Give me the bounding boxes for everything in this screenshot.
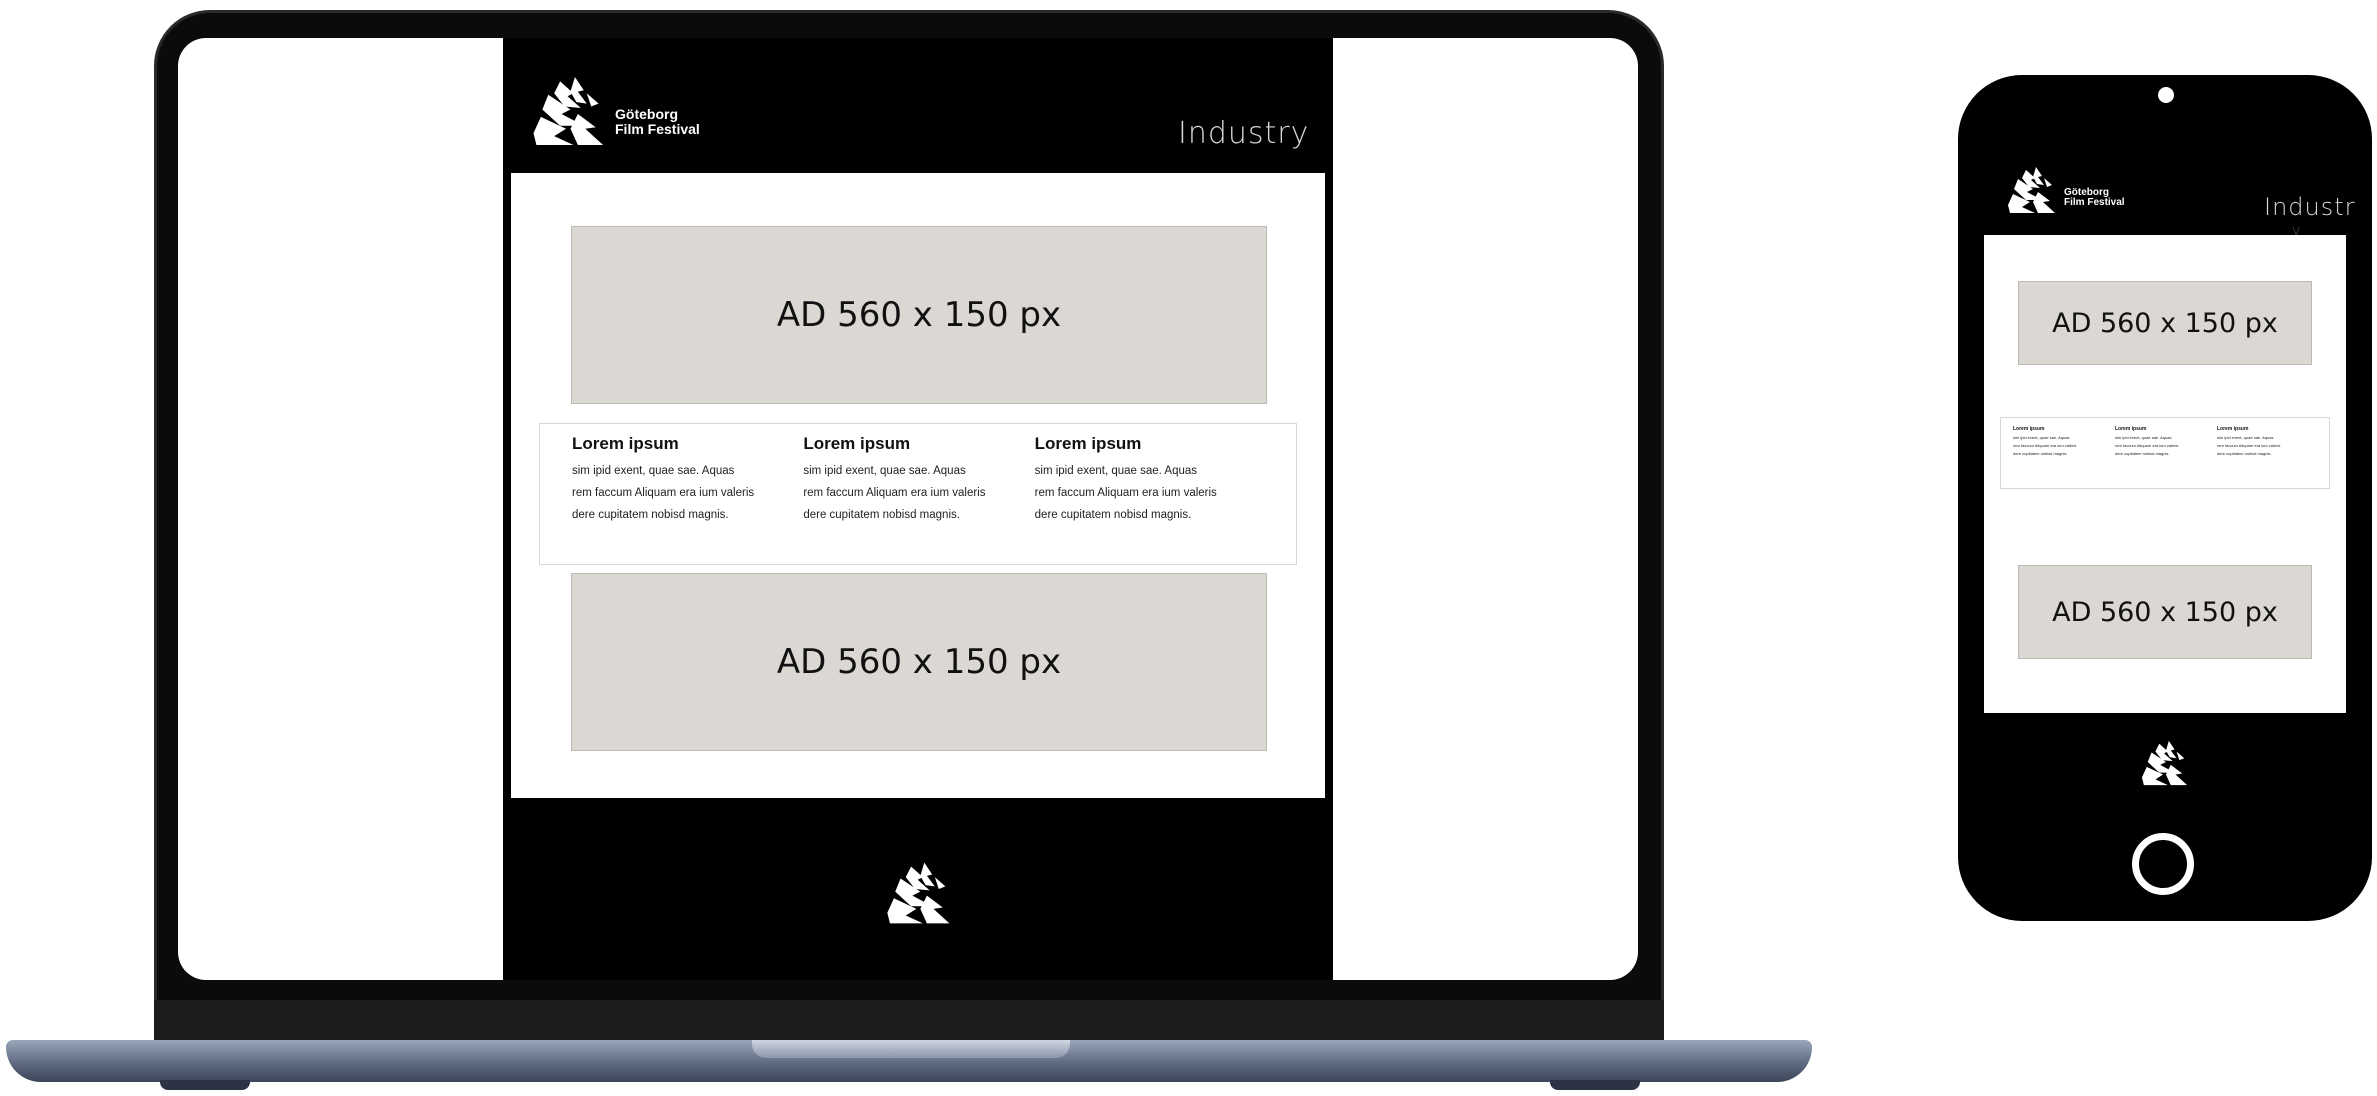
info-line: sim ipid exent, quae sae. Aquas [2013,435,2070,440]
brand-line-2: Film Festival [615,121,700,137]
nav-industry-link[interactable]: Industr [2264,193,2356,221]
site-header: Göteborg Film Festival Industry [503,38,1333,173]
info-line: sim ipid exent, quae sae. Aquas [2217,435,2274,440]
phone-home-button[interactable] [2132,833,2194,895]
info-column: Lorem ipsum sim ipid exent, quae sae. Aq… [2013,426,2115,488]
laptop-foot-right [1550,1080,1640,1090]
info-line: dere cupitatem nobisd magnis. [2013,451,2068,456]
info-title: Lorem ipsum [2217,426,2249,432]
info-body: sim ipid exent, quae sae. Aquas rem facc… [2217,434,2319,458]
info-body: sim ipid exent, quae sae. Aquas rem facc… [572,460,803,526]
brand-name: Göteborg Film Festival [615,107,700,136]
info-body: sim ipid exent, quae sae. Aquas rem facc… [2115,434,2217,458]
phone-frame: Göteborg Film Festival Industr y AD 560 … [1958,75,2372,921]
info-column: Lorem ipsum sim ipid exent, quae sae. Aq… [2217,426,2319,488]
info-title: Lorem ipsum [572,434,679,453]
info-line: sim ipid exent, quae sae. Aquas [1034,465,1198,477]
ad-banner-bottom[interactable]: AD 560 x 150 px [571,573,1267,751]
ad-banner-bottom[interactable]: AD 560 x 150 px [2018,565,2312,659]
site-footer [503,798,1333,980]
info-column: Lorem ipsum sim ipid exent, quae sae. Aq… [803,434,1034,564]
gff-dragon-logo-icon [2006,165,2058,215]
info-line: rem faccum Aliquam era ium valeris [572,487,755,499]
website-desktop: Göteborg Film Festival Industry AD 560 x… [503,38,1333,980]
info-column: Lorem ipsum sim ipid exent, quae sae. Aq… [2115,426,2217,488]
ad-banner-top[interactable]: AD 560 x 150 px [571,226,1267,404]
info-title: Lorem ipsum [803,434,911,453]
info-title: Lorem ipsum [2115,426,2147,432]
brand-line-2: Film Festival [2064,197,2125,208]
info-line: sim ipid exent, quae sae. Aquas [803,465,966,477]
info-strip: Lorem ipsum sim ipid exent, quae sae. Aq… [2000,417,2330,489]
info-line: dere cupitatem nobisd magnis. [803,509,960,521]
info-line: dere cupitatem nobisd magnis. [1034,509,1192,521]
laptop-screen: Göteborg Film Festival Industry AD 560 x… [178,38,1638,980]
info-title: Lorem ipsum [2013,426,2045,432]
info-column: Lorem ipsum sim ipid exent, quae sae. Aq… [572,434,803,564]
info-line: sim ipid exent, quae sae. Aquas [2115,435,2172,440]
info-line: dere cupitatem nobisd magnis. [572,509,729,521]
phone-screen: AD 560 x 150 px Lorem ipsum sim ipid exe… [1984,235,2346,713]
info-line: rem faccum Aliquam era ium valeris [803,487,986,499]
nav-industry-link[interactable]: Industry [1178,116,1309,151]
info-line: dere cupitatem nobisd magnis. [2217,451,2272,456]
info-body: sim ipid exent, quae sae. Aquas rem facc… [2013,434,2115,458]
laptop-notch [752,1040,1070,1058]
info-column: Lorem ipsum sim ipid exent, quae sae. Aq… [1035,434,1266,564]
info-line: rem faccum Aliquam era ium valeris [2217,443,2281,448]
brand-name: Göteborg Film Festival [2064,187,2125,209]
gff-dragon-logo-icon[interactable] [2140,739,2190,787]
gff-dragon-logo-icon [531,74,607,148]
brand-logo[interactable]: Göteborg Film Festival [531,74,700,148]
info-body: sim ipid exent, quae sae. Aquas rem facc… [803,460,1034,526]
site-content: AD 560 x 150 px AD 560 x 150 px Lorem ip… [511,173,1325,798]
info-line: rem faccum Aliquam era ium valeris [2115,443,2179,448]
brand-line-1: Göteborg [615,106,678,123]
laptop-chin [154,1000,1664,1040]
info-line: sim ipid exent, quae sae. Aquas [572,465,735,477]
phone-camera [2158,87,2174,103]
ad-banner-top[interactable]: AD 560 x 150 px [2018,281,2312,365]
laptop-foot-left [160,1080,250,1090]
brand-logo[interactable]: Göteborg Film Festival [2006,165,2125,215]
gff-dragon-logo-icon[interactable] [881,860,957,926]
info-strip: Lorem ipsum sim ipid exent, quae sae. Aq… [539,423,1297,565]
info-line: rem faccum Aliquam era ium valeris [2013,443,2077,448]
info-line: rem faccum Aliquam era ium valeris [1034,487,1217,499]
info-line: dere cupitatem nobisd magnis. [2115,451,2170,456]
info-body: sim ipid exent, quae sae. Aquas rem facc… [1035,460,1266,526]
info-title: Lorem ipsum [1034,434,1142,453]
